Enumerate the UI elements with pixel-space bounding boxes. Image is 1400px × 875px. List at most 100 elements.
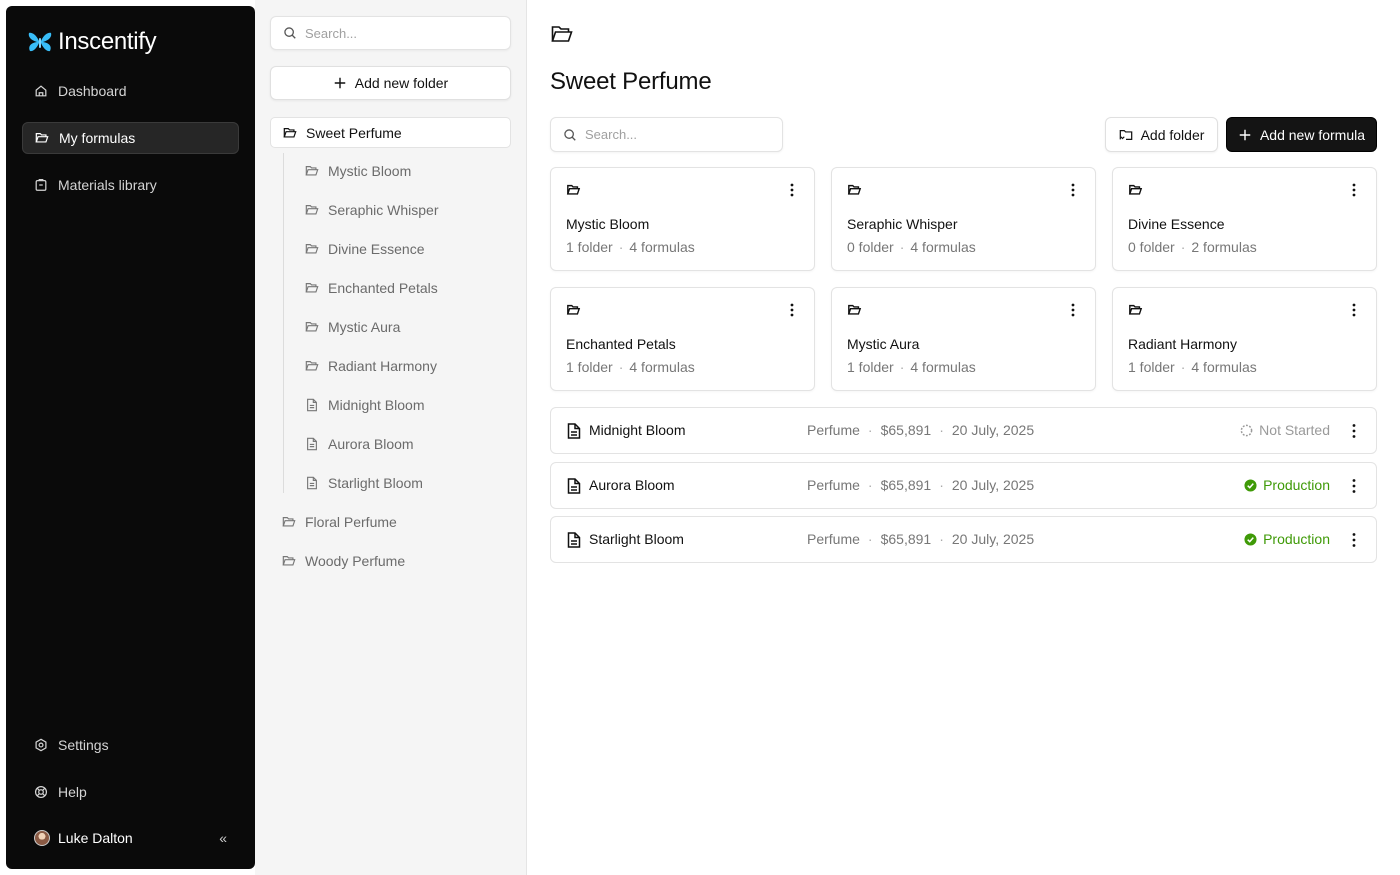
- formula-row-starlight-bloom[interactable]: Starlight Bloom Perfume · $65,891 · 20 July,…: [550, 516, 1377, 563]
- main-search-input[interactable]: [585, 127, 782, 142]
- tree-item-divine-essence[interactable]: Divine Essence: [305, 237, 425, 261]
- formula-price: $65,891: [880, 531, 932, 547]
- tree-item-mystic-bloom[interactable]: Mystic Bloom: [305, 159, 411, 183]
- tree-item-radiant-harmony[interactable]: Radiant Harmony: [305, 354, 437, 378]
- formula-price: $65,891: [880, 477, 932, 493]
- document-icon: [567, 478, 581, 494]
- add-folder-button[interactable]: Add folder: [1105, 117, 1218, 152]
- separator: ·: [899, 239, 905, 255]
- separator: ·: [618, 359, 624, 375]
- user-profile[interactable]: Luke Dalton «: [22, 822, 239, 854]
- plus-icon: [334, 77, 346, 89]
- folder-open-icon: [305, 283, 319, 293]
- folder-count: 1 folder: [1128, 359, 1175, 375]
- formula-row-aurora-bloom[interactable]: Aurora Bloom Perfume · $65,891 · 20 July, 20…: [550, 462, 1377, 509]
- more-vertical-icon[interactable]: [1065, 182, 1081, 198]
- sidebar: Inscentify Dashboard My formulas Materia…: [6, 6, 255, 869]
- more-vertical-icon[interactable]: [1346, 477, 1362, 495]
- nav-materials-library[interactable]: Materials library: [22, 169, 239, 201]
- formula-row-midnight-bloom[interactable]: Midnight Bloom Perfume · $65,891 · 20 July, …: [550, 407, 1377, 454]
- folder-count: 0 folder: [847, 239, 894, 255]
- brand[interactable]: Inscentify: [28, 28, 157, 56]
- tree-item-midnight-bloom[interactable]: Midnight Bloom: [305, 393, 425, 417]
- folder-open-icon: [1128, 184, 1143, 195]
- tree-root-sweet-perfume[interactable]: Sweet Perfume: [270, 117, 511, 148]
- folder-card-name: Enchanted Petals: [566, 336, 676, 352]
- tree-item-label: Starlight Bloom: [328, 475, 423, 491]
- folder-open-icon: [305, 244, 319, 254]
- formula-count: 4 formulas: [629, 359, 695, 375]
- more-vertical-icon[interactable]: [784, 302, 800, 318]
- tree-root-label: Sweet Perfume: [306, 124, 402, 141]
- folder-card-meta: 1 folder · 4 formulas: [1128, 359, 1257, 375]
- add-new-folder-button[interactable]: Add new folder: [270, 66, 511, 100]
- folder-sync-icon: [1119, 129, 1132, 140]
- folder-card-enchanted-petals[interactable]: Enchanted Petals 1 folder · 4 formulas: [550, 287, 815, 391]
- page-title: Sweet Perfume: [550, 68, 712, 95]
- tree-item-seraphic-whisper[interactable]: Seraphic Whisper: [305, 198, 439, 222]
- tree-item-mystic-aura[interactable]: Mystic Aura: [305, 315, 400, 339]
- brand-name: Inscentify: [58, 28, 157, 55]
- formula-category: Perfume: [807, 422, 860, 438]
- separator: ·: [939, 477, 944, 493]
- nav-label: Dashboard: [58, 83, 127, 99]
- collapse-sidebar-button[interactable]: «: [219, 830, 227, 846]
- plus-icon: [1239, 129, 1251, 140]
- formula-count: 4 formulas: [910, 359, 976, 375]
- nav-label: Help: [58, 784, 87, 800]
- folder-count: 1 folder: [847, 359, 894, 375]
- nav-dashboard[interactable]: Dashboard: [22, 75, 239, 107]
- status-badge: Production: [1244, 531, 1330, 547]
- tree-search-input[interactable]: [305, 25, 510, 41]
- nav-settings[interactable]: Settings: [22, 729, 239, 761]
- nav-my-formulas[interactable]: My formulas: [22, 122, 239, 154]
- status-badge: Production: [1244, 477, 1330, 493]
- nav-label: Settings: [58, 737, 109, 753]
- formula-meta: Perfume · $65,891 · 20 July, 2025: [807, 422, 1034, 438]
- tree-guide-line: [283, 153, 284, 493]
- folder-card-name: Mystic Bloom: [566, 216, 650, 232]
- nav-help[interactable]: Help: [22, 776, 239, 808]
- separator: ·: [1180, 239, 1186, 255]
- folder-open-icon: [847, 184, 862, 195]
- more-vertical-icon[interactable]: [1346, 302, 1362, 318]
- tree-item-starlight-bloom[interactable]: Starlight Bloom: [305, 471, 423, 495]
- tree-item-floral-perfume[interactable]: Floral Perfume: [282, 510, 397, 534]
- check-circle-icon: [1244, 532, 1257, 546]
- tree-item-label: Enchanted Petals: [328, 280, 438, 296]
- folder-card-divine-essence[interactable]: Divine Essence 0 folder · 2 formulas: [1112, 167, 1377, 271]
- folder-open-icon: [35, 133, 49, 143]
- tree-item-aurora-bloom[interactable]: Aurora Bloom: [305, 432, 414, 456]
- separator: ·: [939, 422, 944, 438]
- folder-card-mystic-aura[interactable]: Mystic Aura 1 folder · 4 formulas: [831, 287, 1096, 391]
- folder-open-icon: [305, 361, 319, 371]
- tree-search[interactable]: [270, 16, 511, 50]
- folder-card-radiant-harmony[interactable]: Radiant Harmony 1 folder · 4 formulas: [1112, 287, 1377, 391]
- status-badge: Not Started: [1240, 422, 1330, 438]
- folder-card-seraphic-whisper[interactable]: Seraphic Whisper 0 folder · 4 formulas: [831, 167, 1096, 271]
- more-vertical-icon[interactable]: [1065, 302, 1081, 318]
- add-new-formula-label: Add new formula: [1259, 126, 1366, 143]
- tree-item-enchanted-petals[interactable]: Enchanted Petals: [305, 276, 438, 300]
- dashed-circle-icon: [1240, 424, 1253, 436]
- folder-card-mystic-bloom[interactable]: Mystic Bloom 1 folder · 4 formulas: [550, 167, 815, 271]
- separator: ·: [867, 422, 873, 438]
- formula-name: Aurora Bloom: [589, 477, 675, 493]
- more-vertical-icon[interactable]: [1346, 422, 1362, 440]
- formula-name: Midnight Bloom: [589, 422, 686, 438]
- tree-item-woody-perfume[interactable]: Woody Perfume: [282, 549, 405, 573]
- nav-label: My formulas: [59, 130, 136, 146]
- formula-count: 4 formulas: [1191, 359, 1257, 375]
- formula-name: Starlight Bloom: [589, 531, 684, 547]
- main-search[interactable]: [550, 117, 783, 152]
- more-vertical-icon[interactable]: [1346, 531, 1362, 549]
- folder-card-name: Mystic Aura: [847, 336, 920, 352]
- add-new-formula-button[interactable]: Add new formula: [1226, 117, 1377, 152]
- status-label: Production: [1263, 477, 1330, 493]
- home-icon: [35, 85, 47, 97]
- more-vertical-icon[interactable]: [784, 182, 800, 198]
- more-vertical-icon[interactable]: [1346, 182, 1362, 198]
- formula-date: 20 July, 2025: [951, 422, 1035, 438]
- folder-count: 0 folder: [1128, 239, 1175, 255]
- formula-date: 20 July, 2025: [951, 477, 1035, 493]
